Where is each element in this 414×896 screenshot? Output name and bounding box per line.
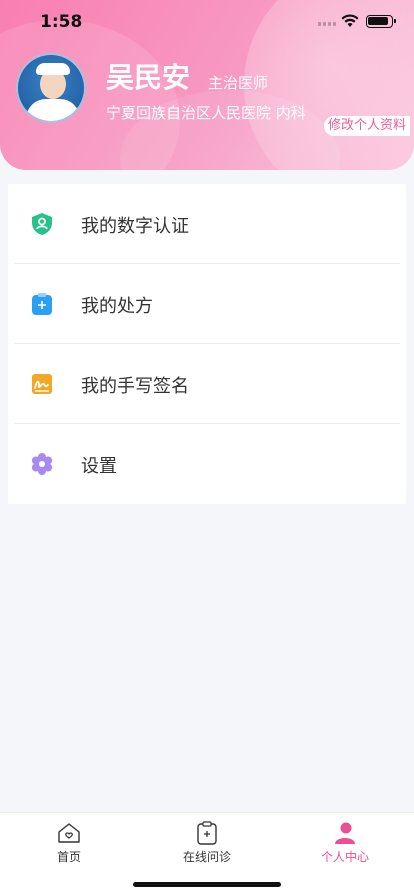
battery-icon <box>366 15 396 28</box>
status-time: 1:58 <box>40 12 83 32</box>
doctor-name: 吴民安 <box>106 61 191 94</box>
menu-item-label: 设置 <box>81 456 117 477</box>
tab-home[interactable]: 首页 <box>0 813 138 869</box>
menu-item-label: 我的手写签名 <box>81 376 189 397</box>
profile-menu: 我的数字认证 我的处方 我的手写签名 设置 <box>8 184 406 504</box>
prescription-clipboard-icon <box>32 293 52 315</box>
home-icon <box>58 823 80 843</box>
gear-icon <box>31 453 53 475</box>
menu-item-prescription[interactable]: 我的处方 <box>8 264 406 344</box>
menu-item-label: 我的数字认证 <box>81 216 189 237</box>
doctor-title: 主治医师 <box>208 74 269 92</box>
menu-item-label: 我的处方 <box>81 296 153 317</box>
avatar[interactable] <box>16 53 86 123</box>
status-bar: 1:58 <box>0 0 414 44</box>
menu-item-digital-cert[interactable]: 我的数字认证 <box>8 184 406 264</box>
tab-consult[interactable]: 在线问诊 <box>138 813 276 869</box>
user-icon <box>335 822 355 844</box>
edit-profile-button[interactable]: 修改个人资料 <box>324 116 411 136</box>
doctor-hospital: 宁夏回族自治区人民医院 内科 <box>106 104 306 122</box>
tab-label: 首页 <box>56 850 81 864</box>
tab-label: 在线问诊 <box>182 850 231 864</box>
menu-item-signature[interactable]: 我的手写签名 <box>8 344 406 424</box>
wifi-icon <box>341 14 359 27</box>
cellular-signal-icon <box>318 22 336 28</box>
consult-clipboard-icon <box>197 821 217 845</box>
profile-header: 1:58 吴民安 主治医师 宁夏回族自治区人民医院 内科 修改个人资料 <box>0 0 414 170</box>
menu-item-settings[interactable]: 设置 <box>8 424 406 504</box>
tab-profile[interactable]: 个人中心 <box>276 813 414 869</box>
tab-label: 个人中心 <box>320 850 369 864</box>
shield-user-icon <box>32 213 52 235</box>
signature-icon <box>32 374 52 394</box>
home-indicator <box>133 882 281 887</box>
